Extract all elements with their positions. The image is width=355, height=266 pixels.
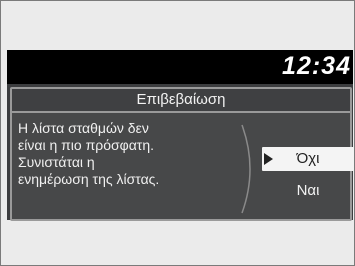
dialog-title: Επιβεβαίωση [12, 89, 350, 113]
message-line: είναι η πιο πρόσφατη. [18, 137, 154, 153]
dialog-message: Η λίστα σταθμών δεν είναι η πιο πρόσφατη… [18, 120, 248, 188]
clock: 12:34 [282, 52, 351, 80]
curved-divider [241, 124, 251, 214]
status-bar: 12:34 [7, 50, 353, 84]
message-line: ενημέρωση της λίστας. [18, 171, 160, 187]
message-line: Συνιστάται η [18, 154, 95, 170]
display-screen: 12:34 Επιβεβαίωση Η λίστα σταθμών δεν εί… [7, 50, 354, 221]
triangle-right-icon [264, 153, 273, 165]
option-yes-button[interactable]: Ναι [262, 179, 354, 203]
option-no-button[interactable]: Όχι [262, 147, 354, 171]
confirmation-dialog: Επιβεβαίωση Η λίστα σταθμών δεν είναι η … [10, 87, 354, 221]
message-line: Η λίστα σταθμών δεν [18, 120, 149, 136]
